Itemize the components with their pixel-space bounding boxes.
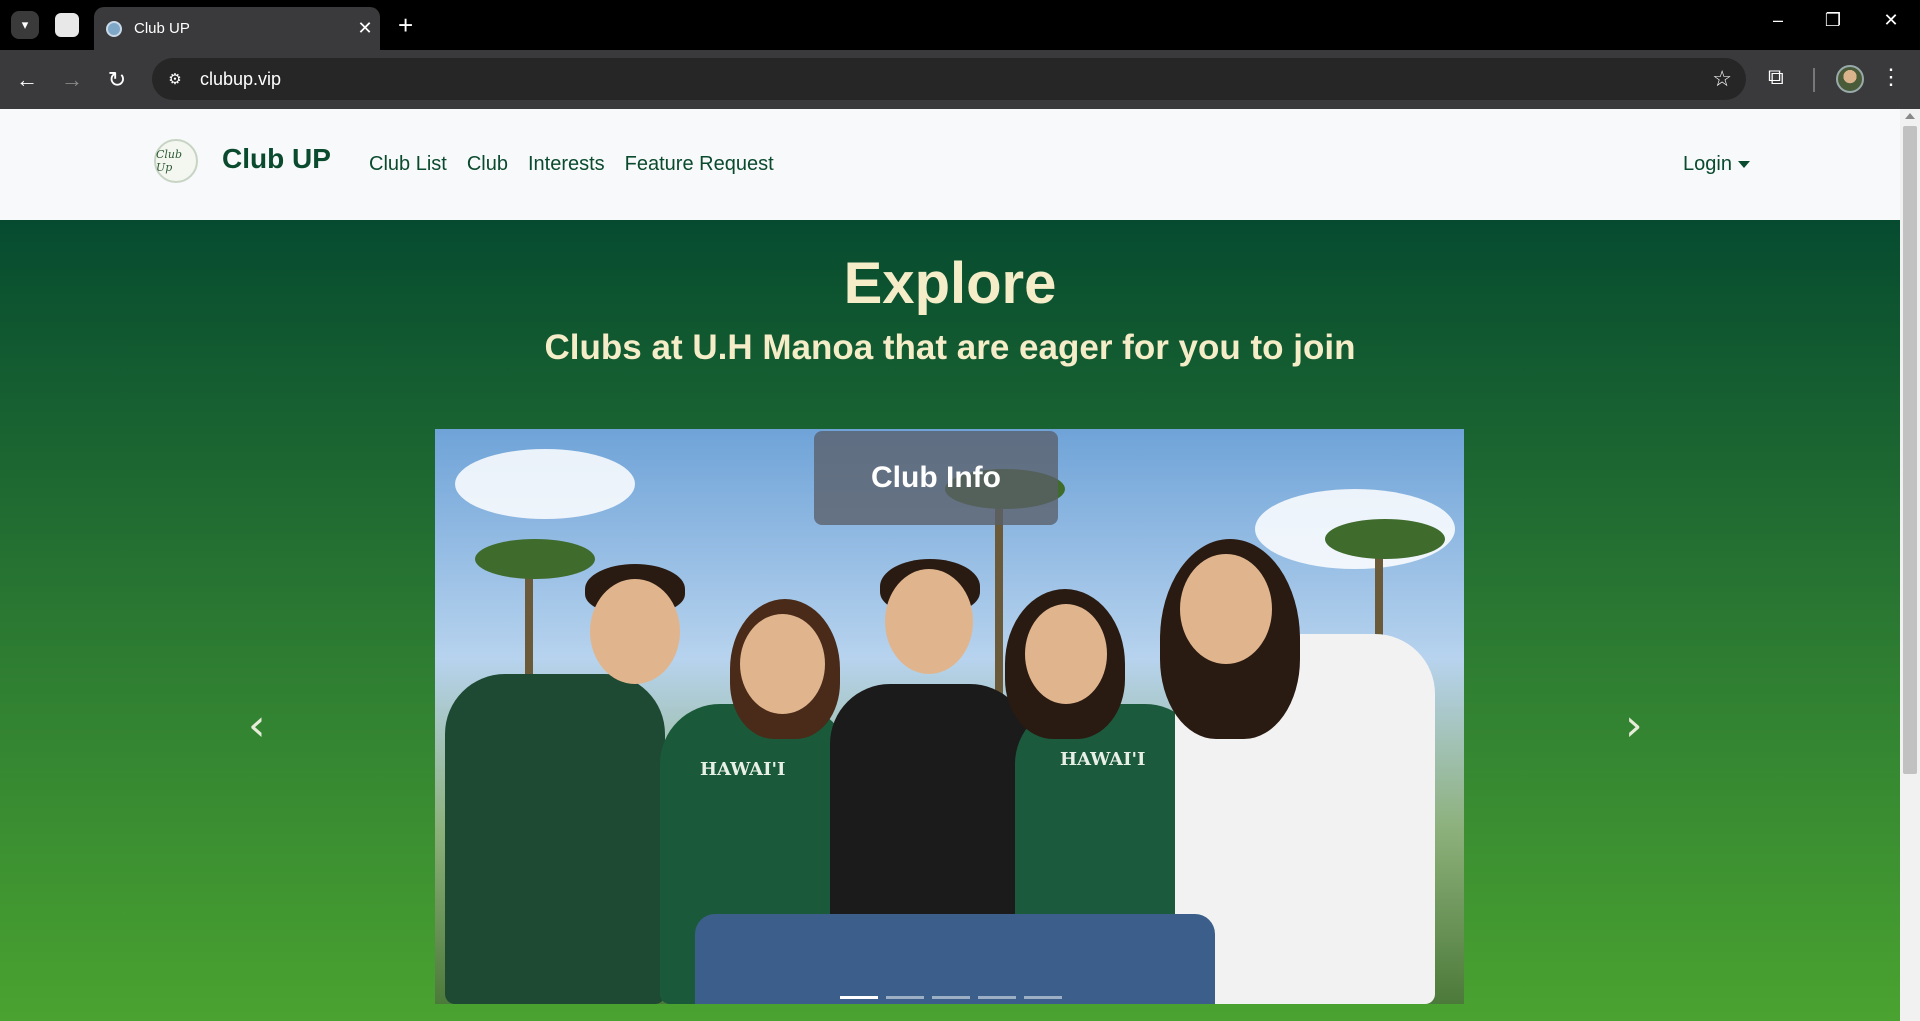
back-icon[interactable]: ← — [11, 64, 43, 96]
browser-toolbar: ← → ↻ ⚙ clubup.vip ☆ ⧉ ⋮ — [0, 50, 1920, 109]
carousel-indicator-4[interactable] — [978, 996, 1016, 999]
hero-subtitle: Clubs at U.H Manoa that are eager for yo… — [544, 328, 1356, 367]
chevron-right-icon[interactable]: › — [1625, 700, 1643, 751]
club-info-caption[interactable]: Club Info — [814, 431, 1058, 525]
carousel-indicator-1[interactable] — [840, 996, 878, 999]
logo-text: Club Up — [156, 148, 183, 174]
scroll-up-icon[interactable] — [1905, 113, 1915, 119]
forward-icon[interactable]: → — [56, 64, 88, 96]
scrollbar-thumb[interactable] — [1903, 126, 1917, 774]
carousel-indicator-3[interactable] — [932, 996, 970, 999]
page-scrollbar[interactable] — [1900, 109, 1920, 1021]
carousel-indicator-2[interactable] — [886, 996, 924, 999]
menu-kebab-icon[interactable]: ⋮ — [1880, 64, 1902, 90]
carousel-indicators — [840, 996, 1062, 999]
favicon-icon — [106, 20, 122, 37]
tab-title: Club UP — [134, 20, 190, 37]
url-text[interactable]: clubup.vip — [200, 69, 281, 90]
site-info-icon[interactable]: ⚙ — [158, 62, 192, 96]
nav-link-interests[interactable]: Interests — [528, 153, 605, 176]
chevron-left-icon[interactable]: ‹ — [248, 700, 266, 751]
tab-list-icon[interactable]: ▾ — [11, 11, 39, 39]
browser-tab-bar: ▾ Club UP ✕ + – ❐ ✕ — [0, 0, 1920, 50]
carousel-indicator-5[interactable] — [1024, 996, 1062, 999]
new-tab-icon[interactable]: + — [398, 10, 413, 40]
nav-link-club[interactable]: Club — [467, 153, 508, 176]
shirt-text-2: HAWAI'I — [1060, 749, 1146, 770]
login-label: Login — [1683, 153, 1732, 175]
browser-tab[interactable]: Club UP ✕ — [94, 7, 380, 50]
caret-down-icon — [1737, 161, 1750, 169]
minimize-icon[interactable]: – — [1758, 10, 1798, 31]
page-viewport: Club Up Club UP Club List Club Interests… — [0, 109, 1920, 1021]
club-up-logo[interactable]: Club Up — [154, 139, 198, 183]
nav-links: Club List Club Interests Feature Request — [369, 153, 774, 176]
bookmark-star-icon[interactable]: ☆ — [1712, 66, 1732, 92]
profile-avatar[interactable] — [1836, 65, 1864, 93]
nav-link-feature-request[interactable]: Feature Request — [625, 153, 774, 176]
login-dropdown[interactable]: Login — [1683, 153, 1750, 176]
toolbar-divider — [1813, 68, 1815, 92]
shirt-text-1: HAWAI'I — [700, 759, 786, 780]
restore-icon[interactable]: ❐ — [1813, 10, 1853, 31]
hero-section: Explore Clubs at U.H Manoa that are eage… — [0, 220, 1900, 1021]
close-tab-icon[interactable]: ✕ — [350, 18, 380, 39]
reload-icon[interactable]: ↻ — [101, 64, 133, 96]
close-window-icon[interactable]: ✕ — [1871, 10, 1911, 31]
hero-title: Explore — [843, 251, 1057, 316]
tab-group-icon[interactable] — [55, 13, 79, 37]
nav-link-club-list[interactable]: Club List — [369, 153, 447, 176]
extensions-icon[interactable]: ⧉ — [1768, 64, 1784, 90]
site-navbar: Club Up Club UP Club List Club Interests… — [0, 109, 1900, 220]
club-carousel[interactable]: HAWAI'I HAWAI'I Club Info — [435, 429, 1464, 1004]
address-bar[interactable]: ⚙ clubup.vip ☆ — [152, 58, 1746, 100]
brand-name[interactable]: Club UP — [222, 143, 331, 175]
